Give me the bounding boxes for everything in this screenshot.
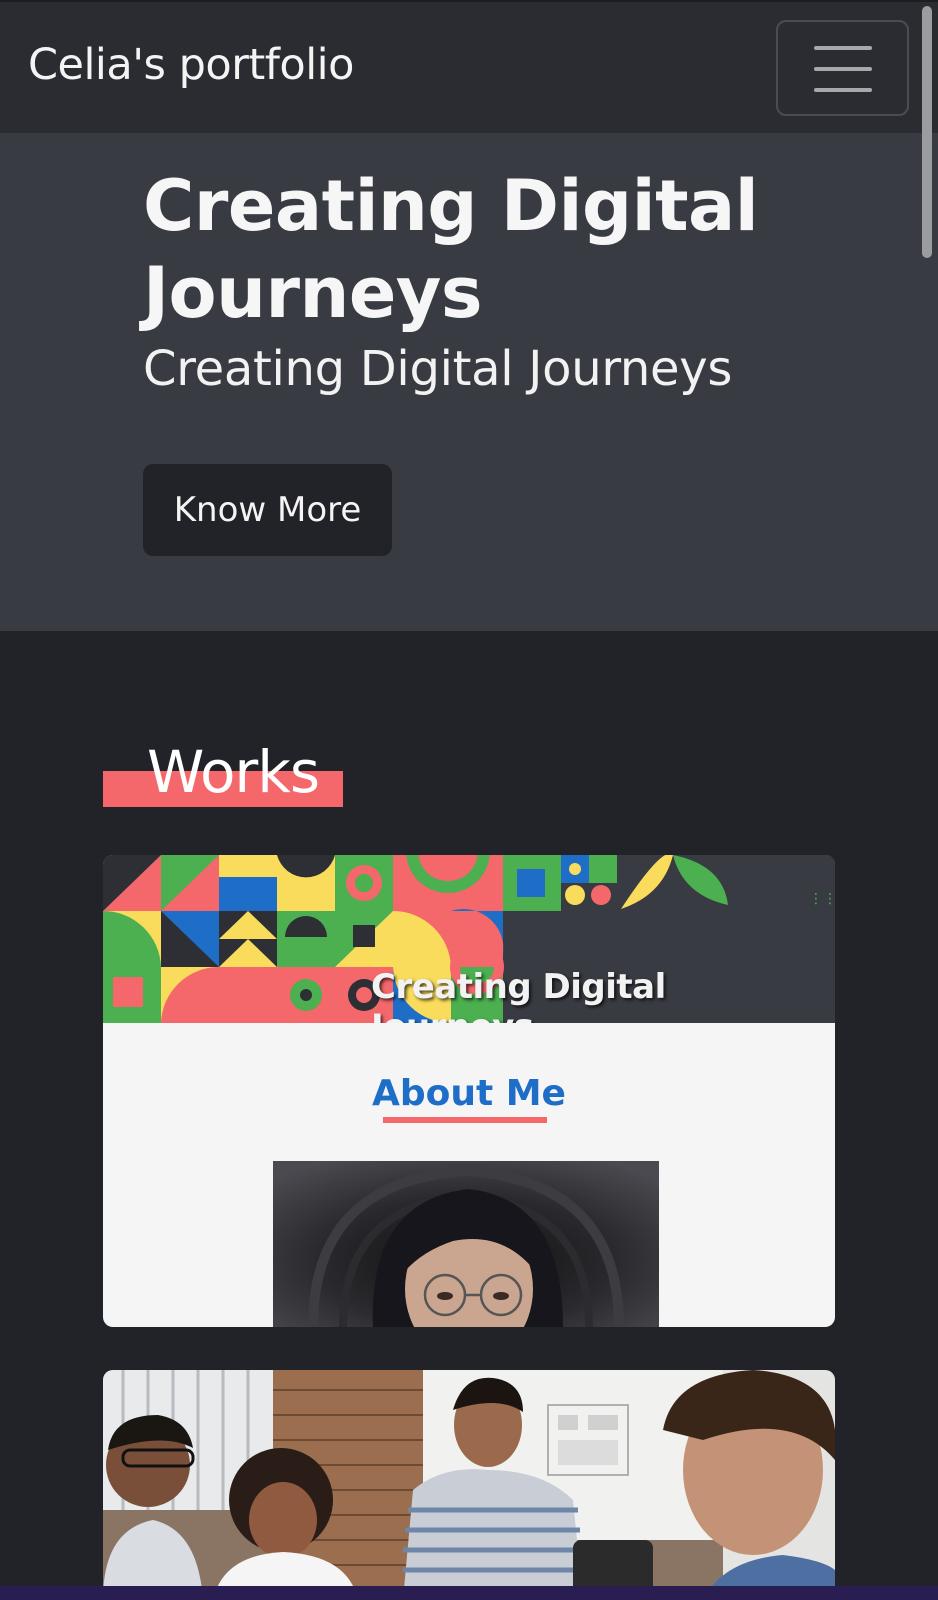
- svg-text:⋮⋮⋮: ⋮⋮⋮: [809, 891, 835, 907]
- page-scrollbar[interactable]: [922, 6, 932, 258]
- work-card[interactable]: [103, 1370, 835, 1600]
- brand-link[interactable]: Celia's portfolio: [28, 40, 354, 90]
- portrait-image: [273, 1161, 659, 1327]
- hero-title: Creating Digital Journeys: [143, 165, 759, 334]
- works-heading: Works: [103, 738, 343, 808]
- hero-section: Creating Digital Journeys Creating Digit…: [0, 133, 938, 631]
- menu-toggle-button[interactable]: [776, 20, 909, 116]
- bottom-strip: [0, 1586, 938, 1600]
- team-meeting-photo: [103, 1370, 835, 1600]
- hero-subtitle: Creating Digital Journeys: [143, 341, 733, 397]
- know-more-button[interactable]: Know More: [143, 464, 392, 556]
- banner-title: Creating Digital Journeys: [371, 967, 666, 1023]
- top-navbar: Celia's portfolio: [0, 0, 938, 133]
- works-heading-text: Works: [147, 738, 320, 806]
- heading-underline: [383, 1117, 547, 1123]
- work-card[interactable]: ⋮⋮⋮ Creating Digital Journeys About Me: [103, 855, 835, 1327]
- card-banner-image: ⋮⋮⋮ Creating Digital Journeys: [103, 855, 835, 1023]
- about-me-heading: About Me: [372, 1073, 566, 1114]
